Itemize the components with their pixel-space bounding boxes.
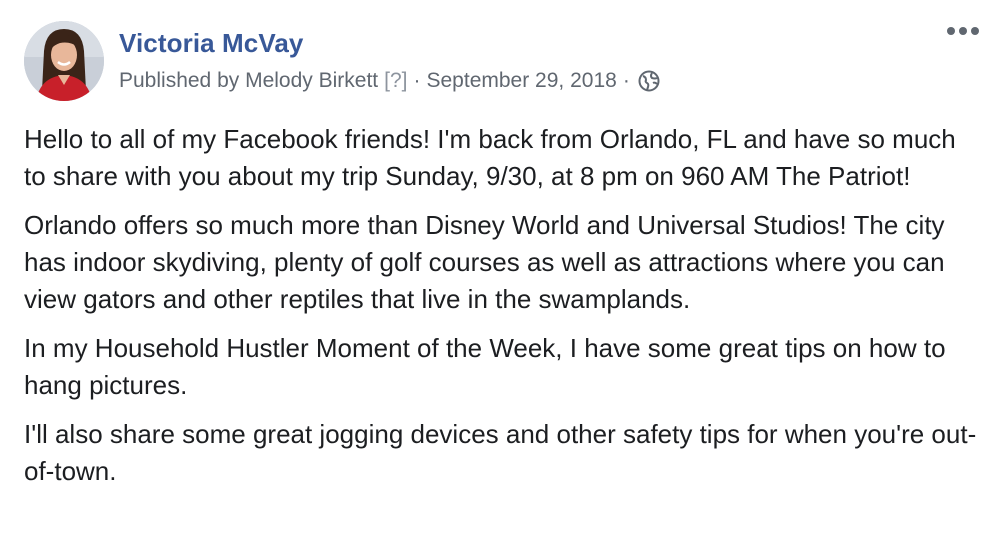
meta-separator: · bbox=[413, 69, 421, 92]
post-paragraph-3: In my Household Hustler Moment of the We… bbox=[24, 333, 946, 400]
globe-icon[interactable] bbox=[638, 70, 660, 92]
facebook-post: Victoria McVay Published by Melody Birke… bbox=[0, 0, 998, 540]
post-paragraph-2: Orlando offers so much more than Disney … bbox=[24, 210, 945, 314]
help-marker[interactable]: [?] bbox=[384, 69, 407, 93]
author-name-link[interactable]: Victoria McVay bbox=[119, 28, 303, 59]
post-body: Hello to all of my Facebook friends! I'm… bbox=[24, 121, 984, 502]
avatar[interactable] bbox=[24, 21, 104, 101]
published-by-label[interactable]: Published by Melody Birkett bbox=[119, 69, 378, 93]
post-date-link[interactable]: September 29, 2018 bbox=[427, 69, 617, 93]
more-options-icon[interactable] bbox=[946, 25, 980, 37]
post-meta: Published by Melody Birkett [?] · Septem… bbox=[119, 69, 660, 93]
post-paragraph-1: Hello to all of my Facebook friends! I'm… bbox=[24, 124, 956, 191]
post-paragraph-4: I'll also share some great jogging devic… bbox=[24, 419, 977, 486]
meta-separator-2: · bbox=[622, 69, 630, 92]
